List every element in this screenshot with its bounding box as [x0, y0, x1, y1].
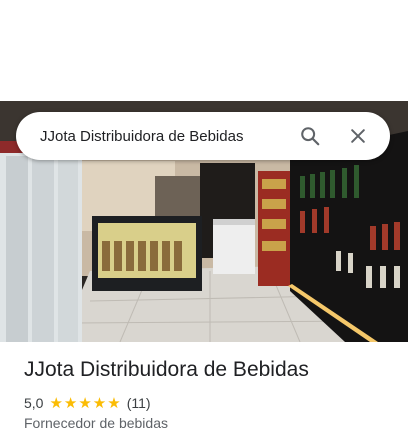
search-button[interactable] — [292, 118, 328, 154]
close-icon — [351, 129, 365, 143]
star-icon: ★★★★★ — [49, 395, 122, 412]
place-title: JJota Distribuidora de Bebidas — [24, 358, 309, 381]
search-bar[interactable]: JJota Distribuidora de Bebidas — [16, 112, 390, 160]
rating-value: 5,0 — [24, 395, 44, 411]
search-icon — [301, 127, 320, 146]
review-count[interactable]: (11) — [127, 395, 151, 411]
search-query[interactable]: JJota Distribuidora de Bebidas — [40, 128, 292, 145]
rating-row[interactable]: 5,0 ★★★★★ (11) — [24, 394, 151, 412]
place-category: Fornecedor de bebidas — [24, 415, 168, 431]
close-button[interactable] — [340, 118, 376, 154]
